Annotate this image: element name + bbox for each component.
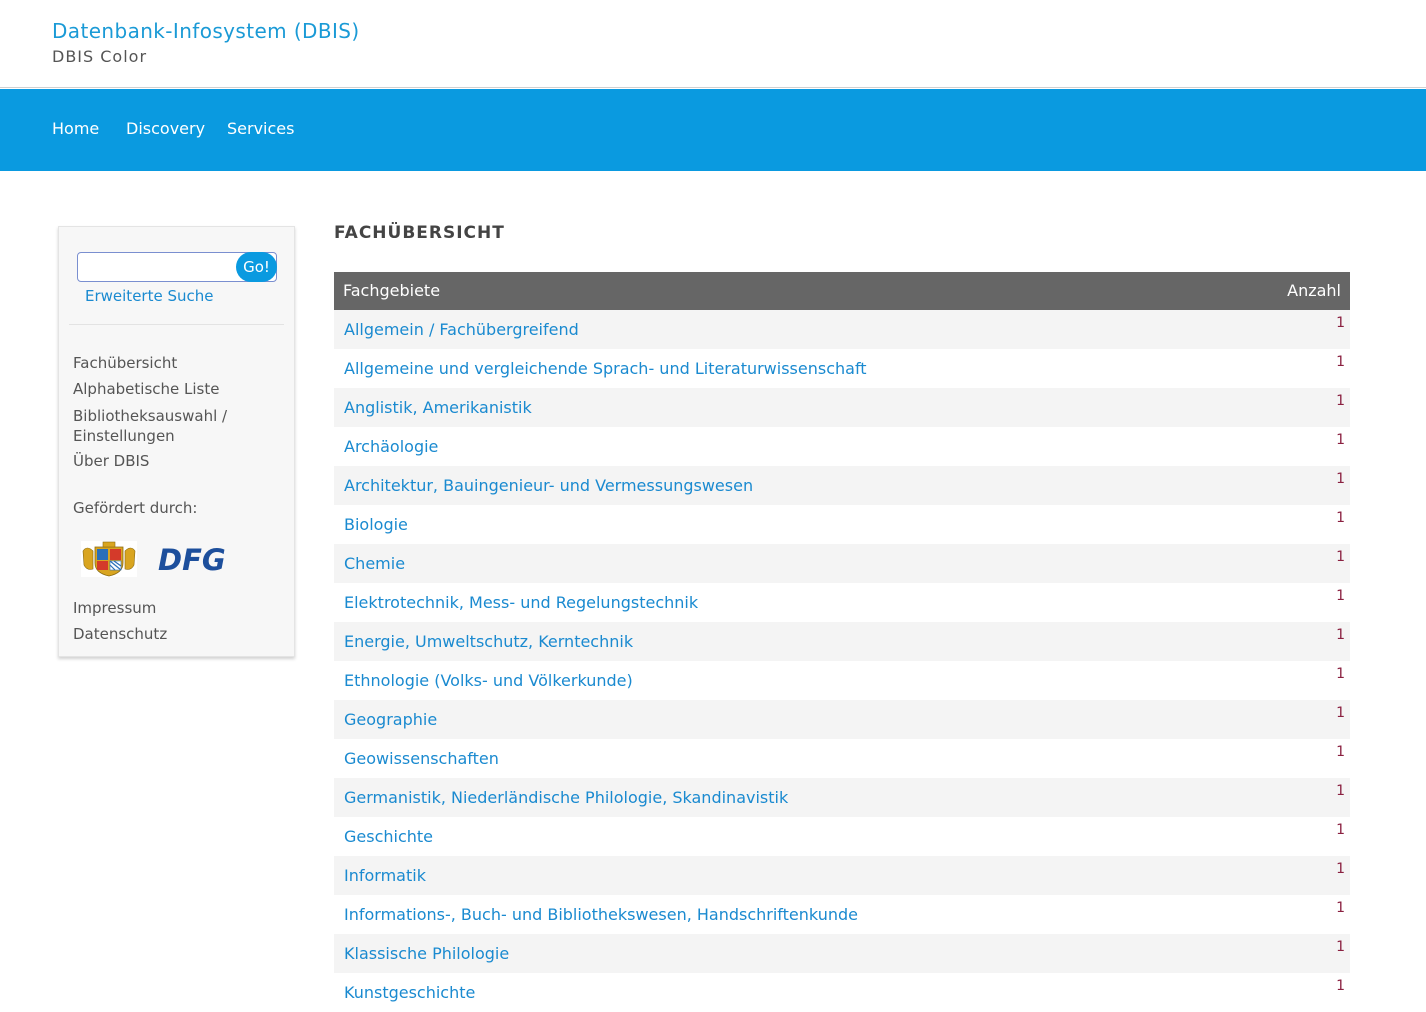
table-row: Informations-, Buch- und Bibliothekswese… <box>334 895 1350 934</box>
dfg-logo: DFG <box>158 544 226 574</box>
subject-count: 1 <box>1336 471 1345 487</box>
sidebar-link-ueber-dbis[interactable]: Über DBIS <box>73 451 149 471</box>
subject-count: 1 <box>1336 588 1345 604</box>
subject-count: 1 <box>1336 354 1345 370</box>
subject-link[interactable]: Informations-, Buch- und Bibliothekswese… <box>344 905 858 924</box>
sidebar-link-bibliotheksauswahl[interactable]: Bibliotheksauswahl / Einstellungen <box>73 406 227 446</box>
subject-count: 1 <box>1336 705 1345 721</box>
subject-count: 1 <box>1336 822 1345 838</box>
nav-item-home[interactable]: Home <box>52 119 99 138</box>
site-header: Datenbank-Infosystem (DBIS) DBIS Color <box>0 0 1426 88</box>
subject-count: 1 <box>1336 510 1345 526</box>
subject-count: 1 <box>1336 900 1345 916</box>
table-header: Fachgebiete Anzahl <box>334 272 1350 310</box>
subject-link[interactable]: Biologie <box>344 515 408 534</box>
table-row: Biologie 1 <box>334 505 1350 544</box>
site-subtitle: DBIS Color <box>52 47 148 66</box>
nav-item-discovery[interactable]: Discovery <box>126 119 205 138</box>
subject-count: 1 <box>1336 549 1345 565</box>
subject-link[interactable]: Archäologie <box>344 437 438 456</box>
nav-item-services[interactable]: Services <box>227 119 294 138</box>
sidebar-link-alphabetische-liste[interactable]: Alphabetische Liste <box>73 379 219 399</box>
subject-link[interactable]: Geowissenschaften <box>344 749 499 768</box>
subject-link[interactable]: Energie, Umweltschutz, Kerntechnik <box>344 632 633 651</box>
sidebar-link-fachuebersicht[interactable]: Fachübersicht <box>73 353 177 373</box>
sidebar-link-datenschutz[interactable]: Datenschutz <box>73 624 167 644</box>
funded-by-label: Gefördert durch: <box>73 499 198 517</box>
table-row: Elektrotechnik, Mess- und Regelungstechn… <box>334 583 1350 622</box>
subject-count: 1 <box>1336 978 1345 994</box>
table-row: Archäologie 1 <box>334 427 1350 466</box>
subject-table: Fachgebiete Anzahl Allgemein / Fachüberg… <box>334 272 1350 1012</box>
table-row: Informatik 1 <box>334 856 1350 895</box>
sidebar-link-impressum[interactable]: Impressum <box>73 598 156 618</box>
table-row: Geschichte 1 <box>334 817 1350 856</box>
subject-link[interactable]: Geographie <box>344 710 437 729</box>
subject-count: 1 <box>1336 627 1345 643</box>
subject-link[interactable]: Geschichte <box>344 827 433 846</box>
subject-link[interactable]: Architektur, Bauingenieur- und Vermessun… <box>344 476 753 495</box>
dfg-logo-text: DFG <box>158 544 226 574</box>
advanced-search-link[interactable]: Erweiterte Suche <box>85 287 213 305</box>
subject-count: 1 <box>1336 432 1345 448</box>
table-row: Kunstgeschichte 1 <box>334 973 1350 1012</box>
subject-count: 1 <box>1336 939 1345 955</box>
bavaria-coat-of-arms-logo <box>81 541 137 577</box>
table-row: Chemie 1 <box>334 544 1350 583</box>
main-navbar: Home Discovery Services <box>0 89 1426 171</box>
subject-count: 1 <box>1336 744 1345 760</box>
subject-count: 1 <box>1336 666 1345 682</box>
subject-link[interactable]: Anglistik, Amerikanistik <box>344 398 532 417</box>
sidebar: Go! Erweiterte Suche Fachübersicht Alpha… <box>58 226 295 657</box>
subject-count: 1 <box>1336 393 1345 409</box>
subject-link[interactable]: Kunstgeschichte <box>344 983 475 1002</box>
table-body: Allgemein / Fachübergreifend 1 Allgemeine … <box>334 310 1350 1012</box>
table-row: Germanistik, Niederländische Philologie,… <box>334 778 1350 817</box>
sidebar-divider <box>69 324 284 325</box>
table-row: Geographie 1 <box>334 700 1350 739</box>
table-row: Geowissenschaften 1 <box>334 739 1350 778</box>
column-header-fachgebiete: Fachgebiete <box>343 281 441 300</box>
subject-link[interactable]: Informatik <box>344 866 426 885</box>
table-row: Klassische Philologie 1 <box>334 934 1350 973</box>
go-button[interactable]: Go! <box>236 252 277 282</box>
page-title: FACHÜBERSICHT <box>334 223 505 243</box>
subject-link[interactable]: Klassische Philologie <box>344 944 509 963</box>
subject-count: 1 <box>1336 315 1345 331</box>
subject-link[interactable]: Allgemeine und vergleichende Sprach- und… <box>344 359 867 378</box>
subject-link[interactable]: Germanistik, Niederländische Philologie,… <box>344 788 788 807</box>
subject-count: 1 <box>1336 783 1345 799</box>
column-header-anzahl: Anzahl <box>1287 281 1341 300</box>
table-row: Allgemeine und vergleichende Sprach- und… <box>334 349 1350 388</box>
subject-link[interactable]: Allgemein / Fachübergreifend <box>344 320 579 339</box>
table-row: Ethnologie (Volks- und Völkerkunde) 1 <box>334 661 1350 700</box>
table-row: Anglistik, Amerikanistik 1 <box>334 388 1350 427</box>
table-row: Energie, Umweltschutz, Kerntechnik 1 <box>334 622 1350 661</box>
table-row: Allgemein / Fachübergreifend 1 <box>334 310 1350 349</box>
subject-link[interactable]: Ethnologie (Volks- und Völkerkunde) <box>344 671 633 690</box>
subject-link[interactable]: Chemie <box>344 554 405 573</box>
subject-link[interactable]: Elektrotechnik, Mess- und Regelungstechn… <box>344 593 698 612</box>
subject-count: 1 <box>1336 861 1345 877</box>
site-title[interactable]: Datenbank-Infosystem (DBIS) <box>52 19 360 43</box>
table-row: Architektur, Bauingenieur- und Vermessun… <box>334 466 1350 505</box>
